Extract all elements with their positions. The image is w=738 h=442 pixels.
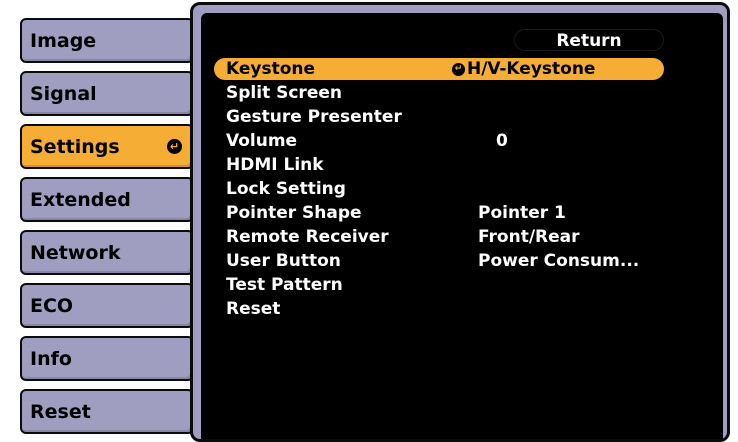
menu-item-lock-setting[interactable]: Lock Setting — [214, 178, 664, 200]
menu-item-hdmi-link[interactable]: HDMI Link — [214, 154, 664, 176]
menu-item-label: Volume — [226, 131, 298, 151]
tab-label: Extended — [30, 188, 131, 211]
tab-label: Info — [30, 347, 72, 370]
projector-osd-menu: Image Signal Settings ↵ Extended Network… — [0, 0, 738, 442]
menu-item-reset[interactable]: Reset — [214, 298, 664, 320]
tab-label: Network — [30, 241, 121, 264]
menu-item-label: Split Screen — [226, 83, 342, 103]
menu-tabs: Image Signal Settings ↵ Extended Network… — [0, 0, 200, 440]
return-button[interactable]: Return — [514, 29, 664, 51]
tab-label: Image — [30, 29, 97, 52]
menu-item-remote-receiver[interactable]: Remote Receiver Front/Rear — [214, 226, 664, 248]
menu-item-value-text: H/V-Keystone — [467, 59, 596, 79]
menu-item-label: Lock Setting — [226, 179, 346, 199]
tab-label: Settings — [30, 135, 120, 158]
tab-image[interactable]: Image — [20, 18, 194, 63]
tab-network[interactable]: Network — [20, 230, 194, 275]
menu-item-value: Front/Rear — [478, 227, 580, 247]
menu-item-label: User Button — [226, 251, 341, 271]
tab-label: Reset — [30, 400, 91, 423]
menu-item-volume[interactable]: Volume 0 — [214, 130, 664, 152]
menu-item-value: Pointer 1 — [478, 203, 566, 223]
menu-item-value: 0 — [496, 131, 508, 151]
enter-icon: ↵ — [167, 139, 182, 154]
menu-item-split-screen[interactable]: Split Screen — [214, 82, 664, 104]
menu-item-label: Reset — [226, 299, 281, 319]
menu-item-gesture-presenter[interactable]: Gesture Presenter — [214, 106, 664, 128]
enter-icon: ↵ — [452, 62, 465, 76]
menu-item-label: Keystone — [226, 59, 316, 79]
tab-eco[interactable]: ECO — [20, 283, 194, 328]
menu-item-value: Power Consum... — [478, 251, 640, 271]
menu-item-keystone[interactable]: Keystone ↵ H/V-Keystone — [214, 58, 664, 80]
menu-item-label: Remote Receiver — [226, 227, 389, 247]
menu-item-label: HDMI Link — [226, 155, 324, 175]
tab-label: Signal — [30, 82, 97, 105]
tab-label: ECO — [30, 294, 74, 317]
menu-item-label: Test Pattern — [226, 275, 343, 295]
menu-item-pointer-shape[interactable]: Pointer Shape Pointer 1 — [214, 202, 664, 224]
tab-reset[interactable]: Reset — [20, 389, 194, 434]
menu-item-user-button[interactable]: User Button Power Consum... — [214, 250, 664, 272]
tab-extended[interactable]: Extended — [20, 177, 194, 222]
menu-item-label: Pointer Shape — [226, 203, 362, 223]
menu-item-test-pattern[interactable]: Test Pattern — [214, 274, 664, 296]
tab-signal[interactable]: Signal — [20, 71, 194, 116]
menu-item-value: ↵ H/V-Keystone — [452, 58, 595, 80]
tab-settings[interactable]: Settings ↵ — [20, 124, 194, 169]
menu-item-label: Gesture Presenter — [226, 107, 402, 127]
tab-info[interactable]: Info — [20, 336, 194, 381]
